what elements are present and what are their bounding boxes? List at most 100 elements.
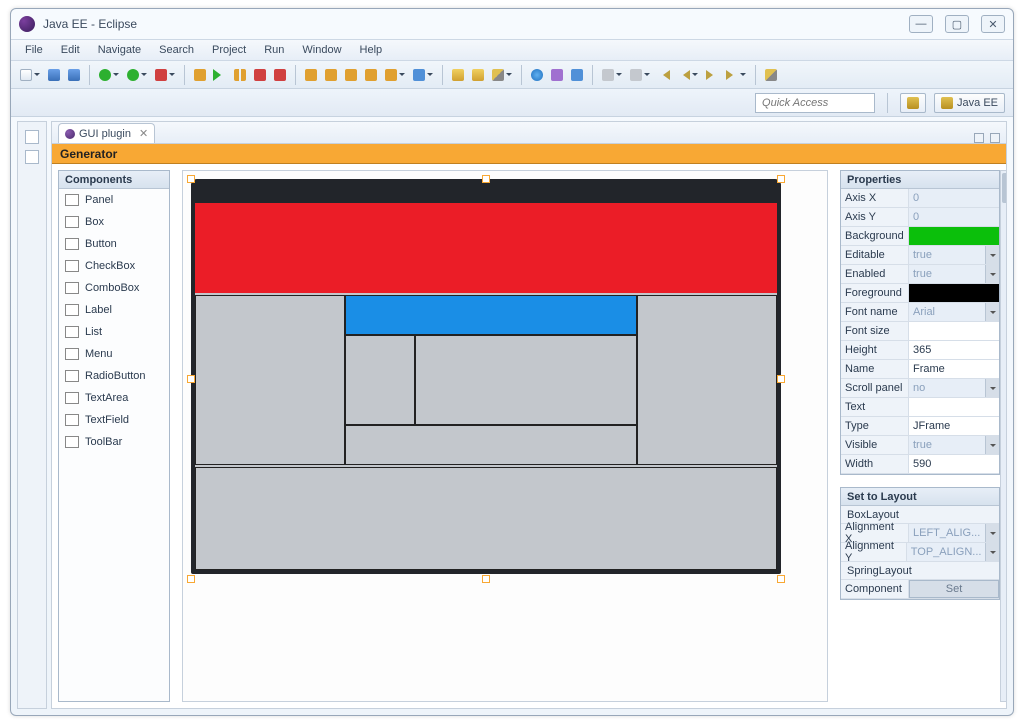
picker-button[interactable]	[548, 66, 566, 84]
fwd-dd-button[interactable]	[723, 66, 741, 84]
component-radiobutton[interactable]: RadioButton	[59, 365, 169, 387]
web-button[interactable]	[528, 66, 546, 84]
menu-navigate[interactable]: Navigate	[90, 42, 149, 58]
save-button[interactable]	[45, 66, 63, 84]
alignment-y-value[interactable]: TOP_ALIGN...	[907, 543, 986, 561]
tab-gui-plugin[interactable]: GUI plugin ✕	[58, 123, 155, 143]
external-button[interactable]	[152, 66, 170, 84]
search-button[interactable]	[489, 66, 507, 84]
component-box[interactable]: Box	[59, 211, 169, 233]
bottom-panel[interactable]	[195, 467, 777, 570]
component-toolbar[interactable]: ToolBar	[59, 431, 169, 453]
property-value[interactable]: true	[909, 436, 985, 454]
component-combobox[interactable]: ComboBox	[59, 277, 169, 299]
menu-run[interactable]: Run	[256, 42, 292, 58]
property-value[interactable]: JFrame	[909, 417, 999, 435]
mid-bar-panel[interactable]	[345, 425, 637, 465]
next-edit-button[interactable]	[627, 66, 645, 84]
prev-edit-button[interactable]	[599, 66, 617, 84]
new-button[interactable]	[17, 66, 35, 84]
menu-project[interactable]: Project	[204, 42, 254, 58]
scrollbar-thumb[interactable]	[1002, 173, 1006, 203]
open-task-button[interactable]	[469, 66, 487, 84]
open-perspective-button[interactable]	[900, 93, 926, 113]
property-value[interactable]	[909, 398, 999, 416]
blue-panel[interactable]	[345, 295, 637, 335]
maximize-editor-button[interactable]	[990, 133, 1000, 143]
component-panel[interactable]: Panel	[59, 189, 169, 211]
alignment-y-dropdown[interactable]	[985, 543, 999, 561]
alignment-x-dropdown[interactable]	[985, 524, 999, 542]
property-dropdown[interactable]	[985, 303, 999, 321]
property-value[interactable]	[909, 322, 999, 340]
sub-left-panel[interactable]	[345, 335, 415, 425]
property-value[interactable]: true	[909, 246, 985, 264]
menu-window[interactable]: Window	[294, 42, 349, 58]
skip-button[interactable]	[191, 66, 209, 84]
right-scrollbar[interactable]	[1000, 170, 1006, 702]
property-value[interactable]: Frame	[909, 360, 999, 378]
minimized-view-button[interactable]	[25, 150, 39, 164]
property-dropdown[interactable]	[985, 246, 999, 264]
mid-right-panel[interactable]	[637, 295, 777, 465]
save-all-button[interactable]	[65, 66, 83, 84]
pause-button[interactable]	[231, 66, 249, 84]
property-dropdown[interactable]	[985, 265, 999, 283]
property-value[interactable]: 0	[909, 189, 999, 207]
property-value[interactable]: no	[909, 379, 985, 397]
open-type-button[interactable]	[449, 66, 467, 84]
step-over-button[interactable]	[322, 66, 340, 84]
property-dropdown[interactable]	[985, 436, 999, 454]
close-button[interactable]: ✕	[981, 15, 1005, 33]
disconnect-button[interactable]	[271, 66, 289, 84]
back-dd-button[interactable]	[675, 66, 693, 84]
red-panel[interactable]	[195, 203, 777, 293]
component-textarea[interactable]: TextArea	[59, 387, 169, 409]
property-value[interactable]	[909, 284, 999, 302]
sub-right-panel[interactable]	[415, 335, 637, 425]
handle-bl[interactable]	[187, 575, 195, 583]
design-canvas[interactable]	[182, 170, 828, 702]
menu-edit[interactable]: Edit	[53, 42, 88, 58]
fwd-button[interactable]	[703, 66, 721, 84]
minimize-editor-button[interactable]	[974, 133, 984, 143]
menu-file[interactable]: File	[17, 42, 51, 58]
component-button[interactable]: Button	[59, 233, 169, 255]
alignment-x-value[interactable]: LEFT_ALIG...	[909, 524, 985, 542]
stop-button[interactable]	[251, 66, 269, 84]
quick-access-input[interactable]	[755, 93, 875, 113]
component-textfield[interactable]: TextField	[59, 409, 169, 431]
set-button[interactable]: Set	[909, 580, 999, 598]
step-into-button[interactable]	[302, 66, 320, 84]
javaee-perspective-button[interactable]: Java EE	[934, 93, 1005, 113]
property-value[interactable]	[909, 227, 999, 245]
maximize-button[interactable]: ▢	[945, 15, 969, 33]
component-label[interactable]: Label	[59, 299, 169, 321]
handle-br[interactable]	[777, 575, 785, 583]
component-list[interactable]: List	[59, 321, 169, 343]
step-return-button[interactable]	[342, 66, 360, 84]
restore-view-button[interactable]	[25, 130, 39, 144]
menu-search[interactable]: Search	[151, 42, 202, 58]
pin-button[interactable]	[762, 66, 780, 84]
property-value[interactable]: true	[909, 265, 985, 283]
handle-b[interactable]	[482, 575, 490, 583]
designed-frame[interactable]	[191, 179, 781, 574]
debug-button[interactable]	[96, 66, 114, 84]
layout-button[interactable]	[568, 66, 586, 84]
run-button[interactable]	[124, 66, 142, 84]
property-dropdown[interactable]	[985, 379, 999, 397]
property-value[interactable]: 0	[909, 208, 999, 226]
drop-frame-button[interactable]	[362, 66, 380, 84]
tab-close-icon[interactable]: ✕	[139, 127, 148, 140]
mid-left-panel[interactable]	[195, 295, 345, 465]
property-value[interactable]: 590	[909, 455, 999, 473]
breakpoint-button[interactable]	[410, 66, 428, 84]
menu-help[interactable]: Help	[352, 42, 391, 58]
component-checkbox[interactable]: CheckBox	[59, 255, 169, 277]
resume-button[interactable]	[211, 66, 229, 84]
minimize-button[interactable]: —	[909, 15, 933, 33]
property-value[interactable]: Arial	[909, 303, 985, 321]
back-button[interactable]	[655, 66, 673, 84]
step-filter-button[interactable]	[382, 66, 400, 84]
